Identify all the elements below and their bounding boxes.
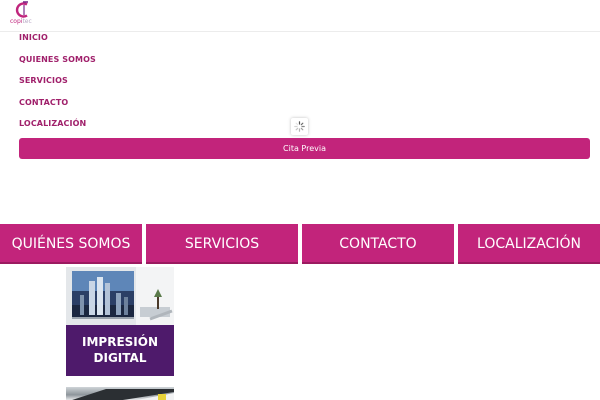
service-card-caption: IMPRESIÓN DIGITAL [66, 325, 174, 376]
loading-indicator [291, 118, 308, 135]
service-card-image [66, 267, 174, 325]
logo-wordmark: copitec [10, 18, 32, 25]
service-card-next-image [72, 389, 174, 400]
site-header: copitec [0, 0, 600, 32]
copitec-logo[interactable]: copitec [10, 1, 40, 29]
menu-item-inicio[interactable]: INICIO [19, 33, 48, 42]
cita-previa-button[interactable]: Cita Previa [19, 138, 590, 159]
tile-contacto[interactable]: CONTACTO [302, 224, 454, 264]
menu-item-quienes-somos[interactable]: QUIENES SOMOS [19, 55, 96, 64]
tile-servicios[interactable]: SERVICIOS [146, 224, 298, 264]
print-photo-image [66, 267, 174, 325]
nav-tiles: QUIÉNES SOMOS SERVICIOS CONTACTO LOCALIZ… [0, 224, 600, 265]
tile-quienes-somos[interactable]: QUIÉNES SOMOS [0, 224, 142, 264]
service-card-title-line1: IMPRESIÓN [82, 335, 158, 349]
service-card-next[interactable] [66, 387, 174, 400]
menu-item-contacto[interactable]: CONTACTO [19, 98, 68, 107]
copitec-logo-icon [15, 1, 28, 18]
service-card-impresion-digital[interactable]: IMPRESIÓN DIGITAL [66, 267, 174, 376]
spinner-icon [294, 121, 305, 132]
menu-item-servicios[interactable]: SERVICIOS [19, 76, 68, 85]
tile-localizacion[interactable]: LOCALIZACIÓN [458, 224, 600, 264]
service-card-title-line2: DIGITAL [93, 351, 147, 365]
menu-item-localizacion[interactable]: LOCALIZACIÓN [19, 119, 86, 128]
